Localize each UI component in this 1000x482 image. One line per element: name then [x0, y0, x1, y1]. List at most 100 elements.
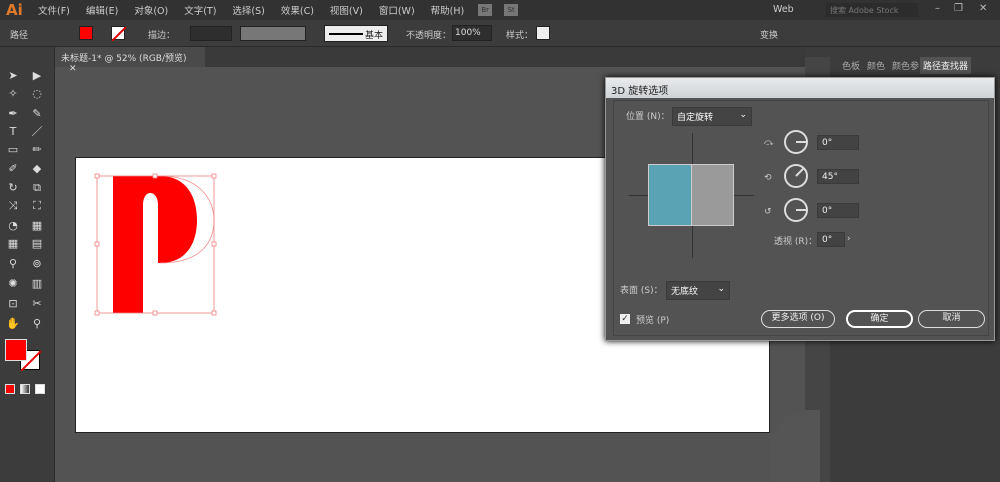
- close-tab-icon[interactable]: ✕: [69, 64, 77, 74]
- line-tool-icon[interactable]: ／: [30, 125, 44, 139]
- dialog-title: 3D 旋转选项: [606, 78, 994, 98]
- free-transform-icon[interactable]: ⛶: [30, 199, 44, 213]
- gradient-icon[interactable]: ▤: [30, 237, 44, 251]
- panel-tab-color[interactable]: 颜色: [867, 59, 885, 72]
- zoom-tool-icon[interactable]: ⚲: [30, 317, 44, 331]
- eyedropper-icon[interactable]: ⚲: [6, 257, 20, 271]
- x-angle-input[interactable]: 0°: [817, 135, 859, 150]
- brush-name: 基本: [365, 31, 384, 41]
- x-angle-dial[interactable]: [784, 130, 808, 154]
- scale-icon[interactable]: ⧉: [30, 181, 44, 195]
- symbol-sprayer-icon[interactable]: ✺: [6, 277, 20, 291]
- variable-width-profile[interactable]: [240, 26, 306, 41]
- lasso-icon[interactable]: ◌: [30, 87, 44, 101]
- 3d-rotate-options-dialog: 3D 旋转选项 位置 (N)： 自定旋转 ⌄ ⤼ 0° ⟲ 45° ↺ 0° 透视…: [605, 77, 995, 341]
- y-angle-dial[interactable]: [784, 164, 808, 188]
- y-axis-rotate-icon: ⟲: [764, 173, 772, 183]
- curvature-icon[interactable]: ✎: [30, 107, 44, 121]
- opacity-input[interactable]: 100%: [452, 25, 492, 41]
- restore-button[interactable]: ❐: [954, 3, 963, 14]
- stock-button[interactable]: St: [504, 4, 519, 16]
- stroke-label: 描边：: [148, 31, 176, 41]
- slice-tool-icon[interactable]: ✂: [30, 297, 44, 311]
- canvas-artifact: [770, 410, 820, 482]
- cube-side-face[interactable]: [691, 164, 734, 226]
- type-tool-icon[interactable]: T: [6, 125, 20, 139]
- document-tab-title: 未标题-1* @ 52% (RGB/预览): [61, 54, 187, 64]
- eraser-icon[interactable]: ◆: [30, 162, 44, 176]
- brush-definition[interactable]: 基本: [324, 25, 388, 42]
- rotate-icon[interactable]: ↻: [6, 181, 20, 195]
- perspective-input[interactable]: 0°: [817, 232, 845, 247]
- more-options-button[interactable]: 更多选项 (O): [761, 310, 835, 328]
- menu-effect[interactable]: 效果(C): [281, 3, 314, 17]
- graph-tool-icon[interactable]: ▥: [30, 277, 44, 291]
- document-tab[interactable]: 未标题-1* @ 52% (RGB/预览) ✕: [55, 47, 205, 74]
- direct-selection-icon[interactable]: ▶: [30, 69, 44, 83]
- ok-button[interactable]: 确定: [846, 310, 913, 328]
- bridge-button[interactable]: Br: [478, 4, 493, 16]
- stroke-swatch[interactable]: [111, 26, 127, 42]
- gradient-mode-button[interactable]: [20, 384, 30, 394]
- none-mode-button[interactable]: [35, 384, 45, 394]
- fill-swatch[interactable]: [79, 26, 93, 40]
- menu-view[interactable]: 视图(V): [330, 3, 363, 17]
- dialog-body: 位置 (N)： 自定旋转 ⌄ ⤼ 0° ⟲ 45° ↺ 0° 透视 (R)： 0°…: [613, 100, 989, 336]
- menu-edit[interactable]: 编辑(E): [86, 3, 118, 17]
- rectangle-tool-icon[interactable]: ▭: [6, 143, 20, 157]
- document-tab-bar: 未标题-1* @ 52% (RGB/预览) ✕: [55, 47, 805, 74]
- position-select[interactable]: 自定旋转 ⌄: [672, 107, 752, 126]
- panel-tab-swatches[interactable]: 色板: [842, 59, 860, 72]
- stock-search-input[interactable]: 搜索 Adobe Stock: [826, 3, 918, 17]
- menu-bar: Ai 文件(F) 编辑(E) 对象(O) 文字(T) 选择(S) 效果(C) 视…: [0, 0, 1000, 20]
- pen-tool-icon[interactable]: ✒: [6, 107, 20, 121]
- z-angle-input[interactable]: 0°: [817, 203, 859, 218]
- cancel-button[interactable]: 取消: [918, 310, 985, 328]
- hand-tool-icon[interactable]: ✋: [6, 317, 20, 331]
- transform-button[interactable]: 变换: [760, 28, 778, 41]
- graphic-style-swatch[interactable]: [536, 26, 550, 40]
- preview-label: 预览 (P): [636, 316, 670, 326]
- position-label: 位置 (N)：: [626, 112, 670, 122]
- close-window-button[interactable]: ✕: [979, 3, 987, 14]
- y-angle-input[interactable]: 45°: [817, 169, 859, 184]
- z-angle-dial[interactable]: [784, 198, 808, 222]
- magic-wand-icon[interactable]: ✧: [6, 87, 20, 101]
- minimize-button[interactable]: –: [935, 3, 940, 14]
- chevron-down-icon: ⌄: [717, 284, 725, 294]
- panel-tab-color-guide[interactable]: 颜色参: [892, 59, 919, 72]
- style-label: 样式：: [506, 31, 534, 41]
- surface-select[interactable]: 无底纹 ⌄: [666, 281, 730, 300]
- shape-builder-icon[interactable]: ◔: [6, 219, 20, 233]
- mesh-icon[interactable]: ▦: [6, 237, 20, 251]
- paintbrush-icon[interactable]: ✏: [30, 143, 44, 157]
- selection-tool-icon[interactable]: ➤: [6, 69, 20, 83]
- width-tool-icon[interactable]: ⤨: [6, 199, 20, 213]
- x-axis-rotate-icon: ⤼: [764, 138, 774, 148]
- surface-value: 无底纹: [671, 287, 699, 297]
- opacity-label: 不透明度：: [406, 31, 452, 41]
- perspective-grid-icon[interactable]: ▦: [30, 219, 44, 233]
- fill-color-box[interactable]: [5, 339, 27, 361]
- menu-type[interactable]: 文字(T): [184, 3, 216, 17]
- shaper-icon[interactable]: ✐: [6, 162, 20, 176]
- preview-checkbox[interactable]: ✓: [620, 314, 630, 324]
- stroke-weight-input[interactable]: [190, 26, 232, 41]
- menu-object[interactable]: 对象(O): [134, 3, 168, 17]
- color-mode-button[interactable]: [5, 384, 15, 394]
- tools-panel: ➤ ▶ ✧ ◌ ✒ ✎ T ／ ▭ ✏ ✐ ◆ ↻ ⧉ ⤨ ⛶ ◔ ▦ ▦ ▤ …: [0, 47, 55, 482]
- menu-help[interactable]: 帮助(H): [431, 3, 465, 17]
- artboard-tool-icon[interactable]: ⊡: [6, 297, 20, 311]
- menu-window[interactable]: 窗口(W): [379, 3, 415, 17]
- panel-tab-pathfinder[interactable]: 路径查找器: [920, 57, 972, 74]
- menu-select[interactable]: 选择(S): [232, 3, 264, 17]
- perspective-slider-toggle[interactable]: ›: [847, 234, 851, 244]
- workspace-switcher[interactable]: Web: [773, 4, 794, 15]
- app-logo: Ai: [6, 1, 23, 19]
- cube-front-face[interactable]: [648, 164, 692, 226]
- menu-file[interactable]: 文件(F): [38, 3, 70, 17]
- blend-icon[interactable]: ⊚: [30, 257, 44, 271]
- perspective-label: 透视 (R)：: [774, 237, 818, 247]
- position-value: 自定旋转: [677, 113, 714, 123]
- surface-label: 表面 (S)：: [620, 286, 663, 296]
